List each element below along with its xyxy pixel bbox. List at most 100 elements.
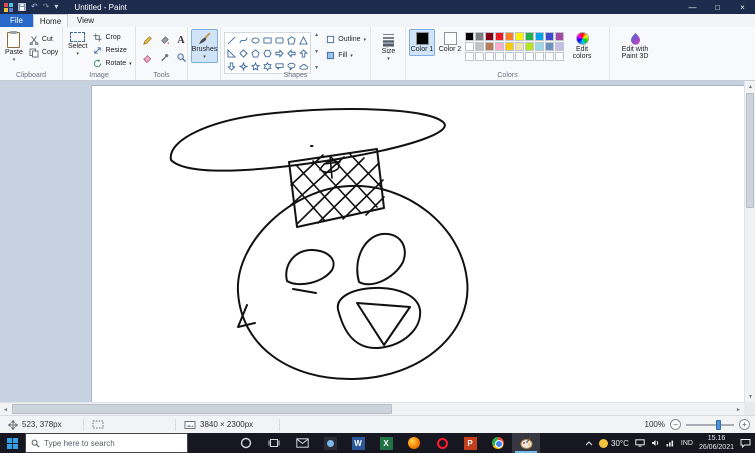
cloud-shape[interactable]: [298, 60, 309, 72]
zoom-out-button[interactable]: −: [670, 419, 681, 430]
taskbar-paint-button[interactable]: [512, 433, 540, 453]
right-arrow-shape[interactable]: [274, 47, 285, 59]
taskbar-photos-button[interactable]: [316, 433, 344, 453]
fill-tool-button[interactable]: [156, 32, 172, 48]
magnifier-tool-button[interactable]: [173, 49, 189, 65]
color-picker-tool-button[interactable]: [156, 49, 172, 65]
copy-button[interactable]: Copy: [27, 46, 60, 59]
rounded-rectangle-shape[interactable]: [274, 34, 285, 46]
outline-button[interactable]: Outline ▾: [324, 33, 368, 46]
palette-swatch[interactable]: [475, 42, 484, 51]
hexagon-shape[interactable]: [262, 47, 273, 59]
palette-swatch[interactable]: [495, 42, 504, 51]
up-arrow-shape[interactable]: [298, 47, 309, 59]
taskbar-mail-button[interactable]: [288, 433, 316, 453]
palette-swatch[interactable]: [515, 42, 524, 51]
size-button[interactable]: Size ▾: [374, 29, 403, 65]
rectangle-shape[interactable]: [262, 34, 273, 46]
tray-chevron-up-icon[interactable]: [585, 440, 593, 446]
paste-button[interactable]: Paste ▾: [3, 29, 25, 66]
palette-swatch[interactable]: [485, 32, 494, 41]
tab-file[interactable]: File: [0, 14, 33, 27]
left-arrow-shape[interactable]: [286, 47, 297, 59]
network-icon[interactable]: [666, 439, 675, 447]
shapes-more-icon[interactable]: ▼: [314, 65, 319, 71]
palette-swatch[interactable]: [475, 32, 484, 41]
palette-swatch[interactable]: [495, 32, 504, 41]
taskbar-search-input[interactable]: Type here to search: [25, 433, 188, 453]
save-icon[interactable]: [18, 3, 26, 11]
close-button[interactable]: ×: [730, 0, 755, 14]
palette-swatch[interactable]: [465, 42, 474, 51]
edit-with-paint3d-button[interactable]: Edit with Paint 3D: [613, 29, 657, 63]
pencil-tool-button[interactable]: [139, 32, 155, 48]
taskbar-powerpoint-button[interactable]: P: [456, 433, 484, 453]
color1-button[interactable]: Color 1: [409, 29, 435, 56]
taskbar-firefox-button[interactable]: [400, 433, 428, 453]
palette-swatch[interactable]: [545, 42, 554, 51]
zoom-in-button[interactable]: +: [739, 419, 750, 430]
palette-empty-slot[interactable]: [505, 52, 514, 61]
crop-button[interactable]: Crop: [91, 31, 133, 44]
drawing-canvas[interactable]: [92, 86, 745, 402]
palette-swatch[interactable]: [525, 42, 534, 51]
language-indicator[interactable]: IND: [681, 440, 693, 447]
diamond-shape[interactable]: [238, 47, 249, 59]
taskbar-clock[interactable]: 15.16 26/06/2021: [699, 434, 734, 453]
resize-button[interactable]: Resize: [91, 44, 133, 57]
palette-swatch[interactable]: [525, 32, 534, 41]
color2-button[interactable]: Color 2: [437, 29, 463, 56]
rotate-button[interactable]: Rotate ▾: [91, 57, 133, 70]
vertical-scroll-thumb[interactable]: [746, 93, 754, 208]
polygon-shape[interactable]: [286, 34, 297, 46]
tab-home[interactable]: Home: [33, 14, 68, 27]
taskbar-chrome-button[interactable]: [484, 433, 512, 453]
palette-empty-slot[interactable]: [495, 52, 504, 61]
line-shape[interactable]: [226, 34, 237, 46]
text-tool-button[interactable]: A: [173, 32, 189, 48]
curve-shape[interactable]: [238, 34, 249, 46]
vertical-scrollbar[interactable]: ▲ ▼: [744, 81, 755, 402]
palette-swatch[interactable]: [535, 32, 544, 41]
five-point-star-shape[interactable]: [250, 60, 261, 72]
taskbar-cortana-button[interactable]: [232, 433, 260, 453]
scroll-down-icon[interactable]: ▼: [745, 391, 755, 402]
pentagon-shape[interactable]: [250, 47, 261, 59]
redo-icon[interactable]: ↷: [43, 3, 50, 11]
palette-empty-slot[interactable]: [525, 52, 534, 61]
right-triangle-shape[interactable]: [226, 47, 237, 59]
zoom-slider[interactable]: [686, 419, 734, 430]
start-button[interactable]: [0, 433, 25, 453]
scroll-up-icon[interactable]: ▲: [745, 81, 755, 92]
horizontal-scroll-thumb[interactable]: [12, 404, 392, 414]
oval-speech-bubble-shape[interactable]: [286, 60, 297, 72]
palette-swatch[interactable]: [505, 32, 514, 41]
palette-empty-slot[interactable]: [465, 52, 474, 61]
palette-empty-slot[interactable]: [545, 52, 554, 61]
shapes-scrollbar[interactable]: ▲ ▼ ▼: [313, 32, 320, 71]
triangle-shape[interactable]: [298, 34, 309, 46]
taskbar-opera-button[interactable]: [428, 433, 456, 453]
volume-icon[interactable]: [651, 439, 660, 447]
minimize-button[interactable]: —: [680, 0, 705, 14]
maximize-button[interactable]: □: [705, 0, 730, 14]
display-icon[interactable]: [635, 439, 645, 447]
palette-swatch[interactable]: [555, 42, 564, 51]
cut-button[interactable]: Cut: [27, 33, 60, 46]
palette-swatch[interactable]: [465, 32, 474, 41]
shapes-scroll-down-icon[interactable]: ▼: [314, 49, 319, 55]
palette-empty-slot[interactable]: [555, 52, 564, 61]
down-arrow-shape[interactable]: [226, 60, 237, 72]
fill-button[interactable]: Fill ▾: [324, 49, 368, 62]
palette-empty-slot[interactable]: [515, 52, 524, 61]
shapes-scroll-up-icon[interactable]: ▲: [314, 32, 319, 38]
palette-swatch[interactable]: [535, 42, 544, 51]
palette-swatch[interactable]: [555, 32, 564, 41]
undo-icon[interactable]: ↶: [31, 3, 38, 11]
palette-swatch[interactable]: [485, 42, 494, 51]
four-point-star-shape[interactable]: [238, 60, 249, 72]
qat-customize-chevron-icon[interactable]: ▾: [54, 3, 58, 11]
weather-widget[interactable]: 30°C: [599, 438, 629, 448]
tab-view[interactable]: View: [68, 14, 103, 27]
select-button[interactable]: Select ▾: [66, 29, 89, 60]
